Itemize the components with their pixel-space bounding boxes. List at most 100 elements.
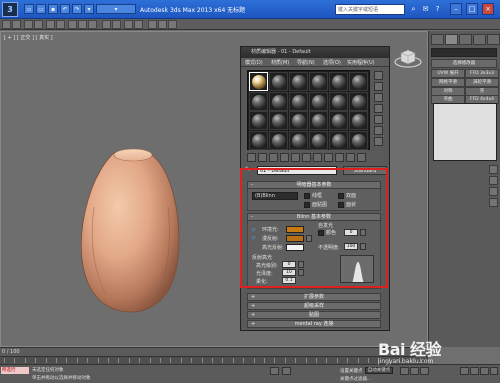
modifier-button[interactable]: UVW 展开 bbox=[431, 69, 465, 78]
zoom-button[interactable] bbox=[460, 367, 469, 375]
display-tab[interactable] bbox=[487, 34, 500, 45]
object-name-field[interactable] bbox=[431, 48, 497, 57]
viewport-label[interactable]: [ + ] [ 正交 ] [ 真实 ] bbox=[4, 34, 53, 41]
show-shaded-material-button[interactable] bbox=[324, 153, 333, 162]
put-to-scene-button[interactable] bbox=[258, 153, 267, 162]
undo-icon[interactable]: ↶ bbox=[60, 4, 70, 14]
select-object-button[interactable] bbox=[46, 20, 55, 29]
sample-uv-tiling-button[interactable] bbox=[374, 104, 383, 113]
modifier-stack-list[interactable] bbox=[433, 103, 497, 161]
search-input[interactable]: 键入关键字或短语 bbox=[335, 4, 405, 15]
material-sample-slot[interactable] bbox=[289, 72, 308, 91]
show-end-result-button[interactable] bbox=[335, 153, 344, 162]
material-editor-button[interactable] bbox=[148, 20, 157, 29]
assign-to-selection-button[interactable] bbox=[269, 153, 278, 162]
material-sample-slot[interactable] bbox=[249, 111, 268, 130]
render-button[interactable] bbox=[168, 20, 177, 29]
menu-modes[interactable]: 模式(D) bbox=[245, 59, 263, 66]
material-sample-slot[interactable] bbox=[349, 91, 368, 111]
align-button[interactable] bbox=[134, 20, 143, 29]
scale-button[interactable] bbox=[88, 20, 97, 29]
reset-map-button[interactable] bbox=[280, 153, 289, 162]
menu-utilities[interactable]: 实用程序(U) bbox=[347, 59, 375, 66]
rotate-button[interactable] bbox=[78, 20, 87, 29]
put-to-library-button[interactable] bbox=[302, 153, 311, 162]
background-button[interactable] bbox=[374, 93, 383, 102]
material-sample-slot[interactable] bbox=[309, 72, 328, 91]
redo-icon[interactable]: ↷ bbox=[72, 4, 82, 14]
material-sample-slot[interactable] bbox=[289, 111, 308, 130]
material-sample-slot[interactable] bbox=[249, 72, 268, 91]
angle-snap-button[interactable] bbox=[112, 20, 121, 29]
viewcube-icon[interactable] bbox=[393, 46, 423, 70]
modify-tab[interactable] bbox=[445, 34, 458, 45]
time-slider[interactable]: 0 / 100 bbox=[0, 347, 428, 356]
material-sample-slot[interactable] bbox=[269, 130, 288, 150]
select-link-button[interactable] bbox=[24, 20, 33, 29]
play-button[interactable] bbox=[410, 367, 419, 375]
trackbar[interactable] bbox=[0, 356, 428, 364]
unlink-button[interactable] bbox=[34, 20, 43, 29]
maps-rollout[interactable]: + 贴图 bbox=[247, 311, 381, 319]
material-sample-slot[interactable] bbox=[309, 111, 328, 130]
sample-type-button[interactable] bbox=[374, 71, 383, 80]
app-logo[interactable]: 3 bbox=[2, 2, 18, 17]
remove-modifier-button[interactable] bbox=[489, 198, 498, 207]
egg-object[interactable] bbox=[76, 147, 186, 317]
project-folder-icon[interactable]: ▾ bbox=[84, 4, 94, 14]
create-tab[interactable] bbox=[431, 34, 444, 45]
go-to-start-button[interactable] bbox=[400, 367, 409, 375]
material-sample-slot[interactable] bbox=[309, 130, 328, 150]
key-filters-button[interactable]: 关键点过滤器... bbox=[340, 376, 371, 382]
undo-button[interactable] bbox=[2, 20, 11, 29]
material-sample-slot[interactable] bbox=[349, 111, 368, 130]
make-unique-button[interactable] bbox=[489, 187, 498, 196]
options-button[interactable] bbox=[374, 137, 383, 146]
material-id-channel-button[interactable] bbox=[313, 153, 322, 162]
make-unique-material-button[interactable] bbox=[291, 153, 300, 162]
maxscript-listener[interactable]: 所选行 bbox=[1, 367, 29, 374]
minimize-button[interactable]: – bbox=[450, 3, 462, 15]
video-color-check-button[interactable] bbox=[374, 115, 383, 124]
move-button[interactable] bbox=[68, 20, 77, 29]
go-to-parent-button[interactable] bbox=[346, 153, 355, 162]
maximize-viewport-button[interactable] bbox=[490, 367, 498, 375]
help-icon[interactable]: ? bbox=[432, 4, 443, 15]
snap-button[interactable] bbox=[102, 20, 111, 29]
motion-tab[interactable] bbox=[473, 34, 486, 45]
material-sample-slot[interactable] bbox=[249, 130, 268, 150]
material-sample-slot[interactable] bbox=[269, 72, 288, 91]
material-sample-slot[interactable] bbox=[329, 91, 348, 111]
render-setup-button[interactable] bbox=[158, 20, 167, 29]
select-by-name-button[interactable] bbox=[56, 20, 65, 29]
modifier-list-dropdown[interactable]: 选择修改器 bbox=[431, 59, 497, 68]
material-sample-slot[interactable] bbox=[329, 130, 348, 150]
mental-ray-connection-rollout[interactable]: + mental ray 连接 bbox=[247, 320, 381, 328]
material-sample-slot[interactable] bbox=[349, 130, 368, 150]
material-sample-slot[interactable] bbox=[269, 111, 288, 130]
material-sample-slot[interactable] bbox=[329, 72, 348, 91]
material-editor-title[interactable]: 材质编辑器 - 01 - Default bbox=[241, 47, 389, 58]
save-file-icon[interactable]: ▪ bbox=[48, 4, 58, 14]
communication-icon[interactable]: ✉ bbox=[420, 4, 431, 15]
go-to-end-button[interactable] bbox=[420, 367, 429, 375]
mirror-button[interactable] bbox=[124, 20, 133, 29]
show-end-result-button[interactable] bbox=[489, 176, 498, 185]
menu-options[interactable]: 选项(O) bbox=[323, 59, 341, 66]
pan-button[interactable] bbox=[470, 367, 479, 375]
workspace-dropdown[interactable]: ▾ bbox=[96, 4, 136, 14]
go-forward-sibling-button[interactable] bbox=[357, 153, 366, 162]
material-sample-slot[interactable] bbox=[269, 91, 288, 111]
supersampling-rollout[interactable]: + 超级采样 bbox=[247, 302, 381, 310]
modifier-button[interactable]: 网格平滑 bbox=[431, 78, 465, 87]
get-material-button[interactable] bbox=[247, 153, 256, 162]
material-sample-slot[interactable] bbox=[349, 72, 368, 91]
make-preview-button[interactable] bbox=[374, 126, 383, 135]
material-sample-slot[interactable] bbox=[309, 91, 328, 111]
material-sample-slot[interactable] bbox=[289, 130, 308, 150]
pin-stack-button[interactable] bbox=[489, 165, 498, 174]
hierarchy-tab[interactable] bbox=[459, 34, 472, 45]
material-sample-slot[interactable] bbox=[249, 91, 268, 111]
new-file-icon[interactable]: ▫ bbox=[24, 4, 34, 14]
maximize-button[interactable]: □ bbox=[466, 3, 478, 15]
